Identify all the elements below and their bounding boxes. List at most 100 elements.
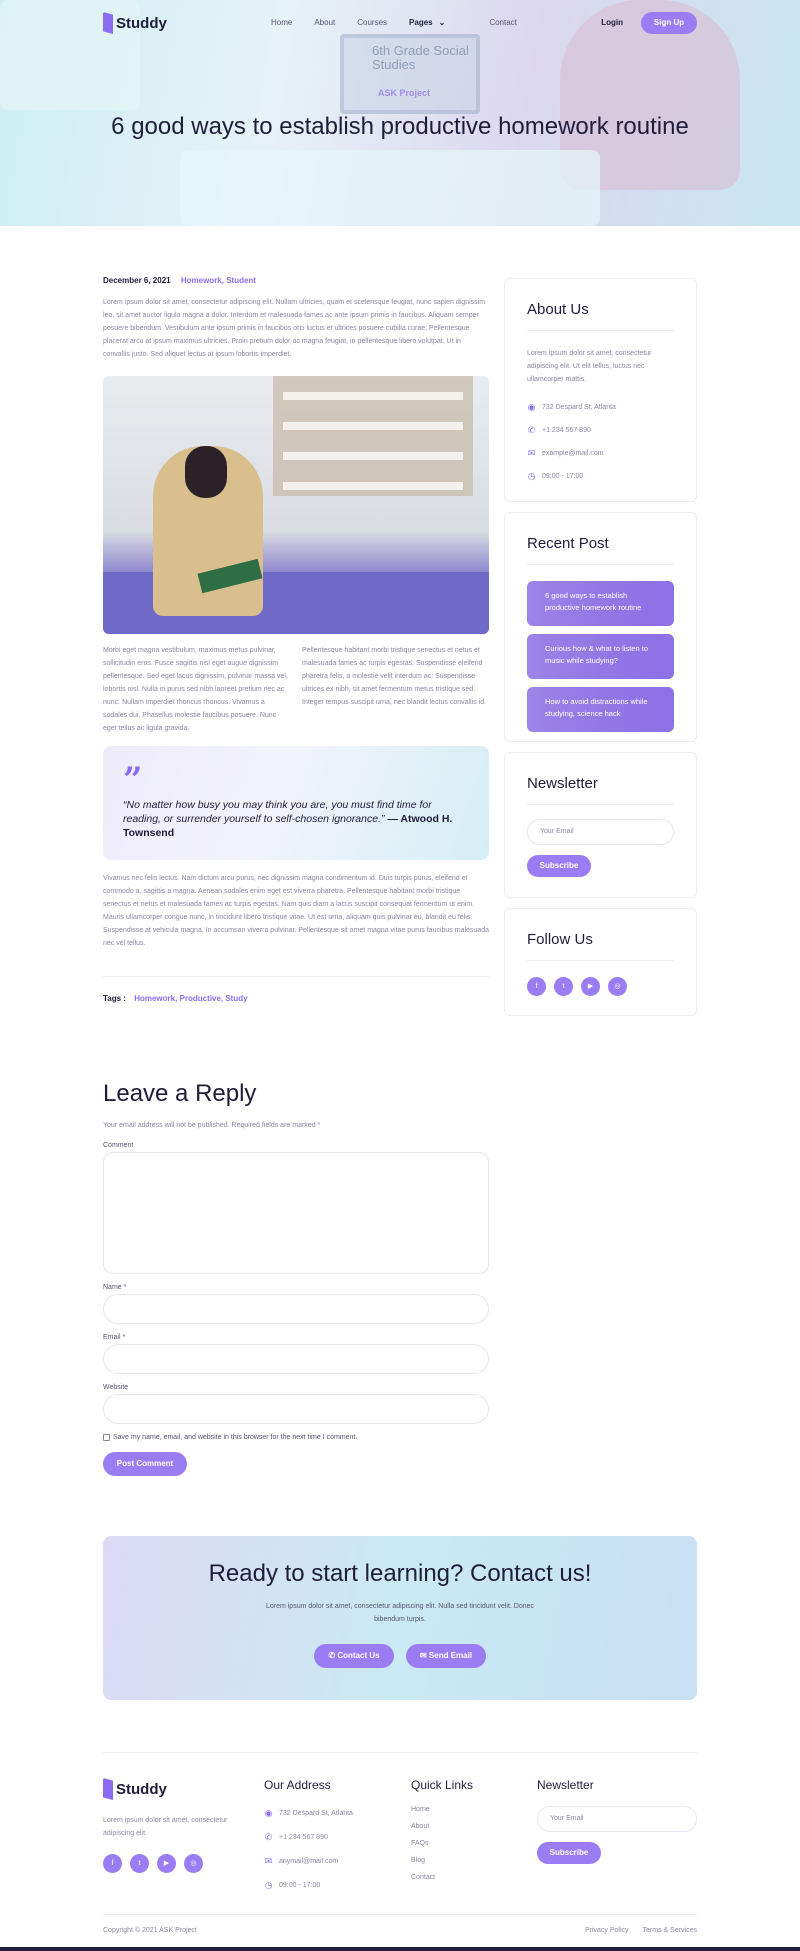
mail-icon: ✉ (264, 1855, 273, 1866)
footer-address-text: 732 Despard St, Atlanta (279, 1809, 353, 1817)
follow-title: Follow Us (527, 931, 593, 948)
article-date: December 6, 2021 (103, 276, 171, 285)
reply-form: Leave a Reply Your email address will no… (103, 1080, 489, 1476)
phone-icon: ✆ (328, 1651, 336, 1660)
recent-post-item[interactable]: 6 good ways to establish productive home… (527, 581, 674, 626)
facebook-icon[interactable]: f (103, 1854, 122, 1873)
youtube-icon[interactable]: ▶ (581, 977, 600, 996)
page-bottom-bar (0, 1947, 800, 1951)
footer-hours-row: ◷ 09:00 - 17:00 (264, 1878, 353, 1892)
footer-logo[interactable]: Studdy (103, 1778, 233, 1800)
menu-item-contact[interactable]: Contact (489, 18, 517, 27)
cta-banner: Ready to start learning? Contact us! Lor… (103, 1536, 697, 1700)
website-label: Website (103, 1384, 129, 1391)
tags-list[interactable]: Homework, Productive, Study (134, 994, 247, 1003)
footer-email-input[interactable]: Your Email (537, 1806, 697, 1832)
clock-icon: ◷ (527, 470, 536, 481)
footer-address-row: ◉ 732 Despard St, Atlanta (264, 1806, 353, 1820)
instagram-icon[interactable]: ◎ (184, 1854, 203, 1873)
footer-link-home[interactable]: Home (411, 1806, 473, 1813)
clock-icon: ◷ (264, 1879, 273, 1890)
login-link[interactable]: Login (601, 18, 623, 27)
privacy-policy-link[interactable]: Privacy Policy (585, 1927, 629, 1934)
logo-icon (103, 12, 113, 34)
footer-email-text: anymail@mail.com (279, 1857, 339, 1865)
sidebar-about: About Us Lorem ipsum dolor sit amet, con… (504, 278, 697, 502)
sidebar-phone: ✆ +1 234 567 890 (527, 423, 674, 437)
menu-item-about[interactable]: About (314, 18, 335, 27)
menu-item-courses[interactable]: Courses (357, 18, 387, 27)
twitter-icon[interactable]: t (554, 977, 573, 996)
footer-address: Our Address ◉ 732 Despard St, Atlanta ✆ … (264, 1778, 353, 1892)
website-field[interactable] (103, 1394, 489, 1424)
recent-post-item[interactable]: Curious how & what to listen to music wh… (527, 634, 674, 679)
subscribe-button[interactable]: Subscribe (527, 855, 591, 877)
instagram-icon[interactable]: ◎ (608, 977, 627, 996)
menu-item-home[interactable]: Home (271, 18, 292, 27)
terms-link[interactable]: Terms & Services (643, 1927, 697, 1934)
facebook-icon[interactable]: f (527, 977, 546, 996)
article-categories[interactable]: Homework, Student (181, 276, 256, 285)
quote-body: “No matter how busy you may think you ar… (123, 799, 432, 825)
article-outro: Vivamus nec felis lectus. Nam dictum arc… (103, 875, 489, 947)
footer-link-blog[interactable]: Blog (411, 1857, 473, 1864)
image-shelves (283, 392, 463, 400)
article: December 6, 2021 Homework, Student Lorem… (103, 276, 489, 1003)
footer-hours-text: 09:00 - 17:00 (279, 1881, 321, 1889)
reply-title: Leave a Reply (103, 1080, 257, 1107)
divider (527, 960, 674, 961)
newsletter-title: Newsletter (527, 775, 598, 792)
hero-laptop-subtitle: ASK Project (378, 88, 431, 98)
phone-icon: ✆ (264, 1831, 273, 1842)
footer-quick-links: Quick Links Home About FAQs Blog Contact (411, 1778, 473, 1881)
footer-newsletter: Newsletter Your Email Subscribe (537, 1778, 697, 1864)
twitter-icon[interactable]: t (130, 1854, 149, 1873)
sidebar-phone-text: +1 234 567 890 (542, 426, 591, 434)
contact-us-button[interactable]: ✆ Contact Us (314, 1644, 394, 1668)
footer-link-about[interactable]: About (411, 1823, 473, 1830)
divider (103, 1914, 697, 1915)
footer-link-faqs[interactable]: FAQs (411, 1840, 473, 1847)
blockquote: ” “No matter how busy you may think you … (103, 746, 489, 860)
recent-post-item[interactable]: How to avoid distractions while studying… (527, 687, 674, 732)
youtube-icon[interactable]: ▶ (157, 1854, 176, 1873)
contact-us-label: Contact Us (337, 1651, 380, 1660)
sidebar-follow: Follow Us f t ▶ ◎ (504, 908, 697, 1016)
legal-links: Privacy Policy Terms & Services (585, 1927, 697, 1934)
chevron-down-icon: ⌄ (438, 18, 446, 27)
phone-icon: ✆ (527, 424, 536, 435)
send-email-button[interactable]: ✉ Send Email (406, 1644, 486, 1668)
mail-icon: ✉ (419, 1651, 427, 1660)
comment-label: Comment (103, 1142, 134, 1149)
sidebar-address: ◉ 732 Despard St, Atlanta (527, 400, 674, 414)
sidebar-recent-posts: Recent Post 6 good ways to establish pro… (504, 512, 697, 742)
name-field[interactable] (103, 1294, 489, 1324)
footer-links-title: Quick Links (411, 1778, 474, 1792)
email-field[interactable] (103, 1344, 489, 1374)
sidebar-newsletter: Newsletter Your Email Subscribe (504, 752, 697, 898)
divider (103, 976, 489, 977)
footer-subscribe-button[interactable]: Subscribe (537, 1842, 601, 1864)
save-info-checkbox[interactable] (103, 1434, 110, 1441)
top-navigation: Studdy Home About Courses Pages ⌄ Contact… (103, 12, 697, 36)
site-logo[interactable]: Studdy (103, 12, 167, 34)
main-menu: Home About Courses Pages ⌄ Contact (271, 18, 539, 27)
save-info-label: Save my name, email, and website in this… (113, 1434, 358, 1441)
name-label: Name * (103, 1284, 127, 1291)
page-title: 6 good ways to establish productive home… (111, 113, 689, 140)
about-title: About Us (527, 301, 589, 318)
footer-social-links: f t ▶ ◎ (103, 1854, 233, 1873)
signup-button[interactable]: Sign Up (641, 12, 697, 34)
menu-item-pages[interactable]: Pages ⌄ (409, 18, 467, 27)
logo-text: Studdy (116, 14, 167, 32)
footer-link-contact[interactable]: Contact (411, 1874, 473, 1881)
footer-phone-row: ✆ +1 234 567 890 (264, 1830, 353, 1844)
article-image (103, 376, 489, 634)
cta-text: Lorem ipsum dolor sit amet, consectetur … (265, 1603, 535, 1623)
post-comment-button[interactable]: Post Comment (103, 1452, 187, 1476)
tags-label: Tags : (103, 994, 126, 1003)
sidebar-hours-text: 09:00 - 17:00 (542, 472, 584, 480)
divider (527, 330, 674, 331)
newsletter-email-input[interactable]: Your Email (527, 819, 674, 845)
comment-textarea[interactable] (103, 1152, 489, 1274)
